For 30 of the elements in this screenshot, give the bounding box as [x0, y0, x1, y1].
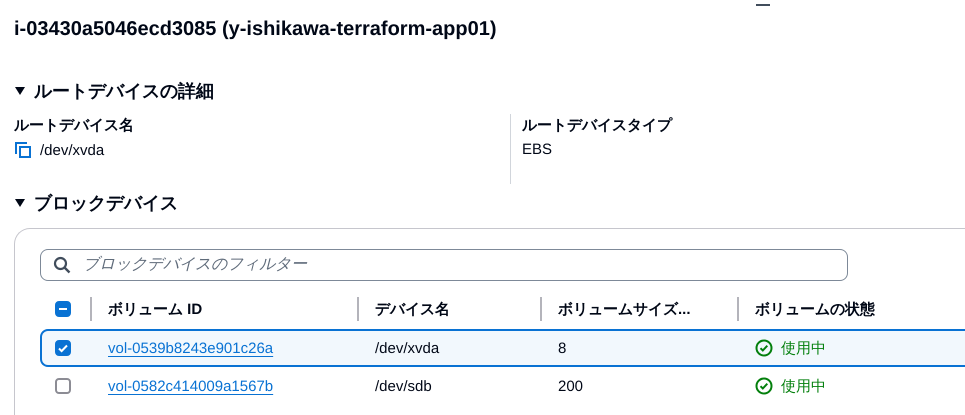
drag-handle[interactable]: [756, 4, 770, 6]
table-cell: 8: [558, 340, 566, 356]
table-cell: /dev/xvda: [375, 340, 440, 356]
tick-icon: [57, 342, 69, 354]
caret-down-icon[interactable]: [14, 198, 26, 208]
section-heading: ルートデバイスの詳細: [34, 80, 214, 103]
check-circle-icon: [755, 339, 773, 357]
checkbox[interactable]: [55, 301, 71, 317]
page-title: i-03430a5046ecd3085 (y-ishikawa-terraform-app01): [14, 18, 496, 42]
caret-down-icon[interactable]: [14, 86, 26, 96]
status-text: 使用中: [781, 376, 826, 396]
column-header[interactable]: デバイス名: [375, 300, 450, 318]
checkbox[interactable]: [55, 378, 71, 394]
field-value: /dev/xvda: [40, 142, 104, 158]
section-heading: ブロックデバイス: [34, 192, 178, 215]
checkbox[interactable]: [55, 340, 71, 356]
column-header[interactable]: ボリュームの状態: [755, 300, 875, 318]
table-cell: /dev/sdb: [375, 378, 432, 394]
copy-icon[interactable]: [14, 141, 32, 159]
field-label: ルートデバイス名: [14, 116, 135, 135]
table-cell: 200: [558, 378, 584, 394]
column-header[interactable]: ボリュームサイズ...: [558, 300, 691, 318]
volume-link[interactable]: vol-0582c414009a1567b: [108, 378, 274, 394]
search-field[interactable]: ブロックデバイスのフィルター: [40, 249, 848, 281]
search-icon: [53, 256, 71, 274]
field-label: ルートデバイスタイプ: [522, 116, 674, 135]
field-value: EBS: [522, 141, 552, 158]
status-text: 使用中: [781, 338, 826, 358]
column-header[interactable]: ボリューム ID: [108, 300, 202, 318]
check-circle-icon: [755, 377, 773, 395]
